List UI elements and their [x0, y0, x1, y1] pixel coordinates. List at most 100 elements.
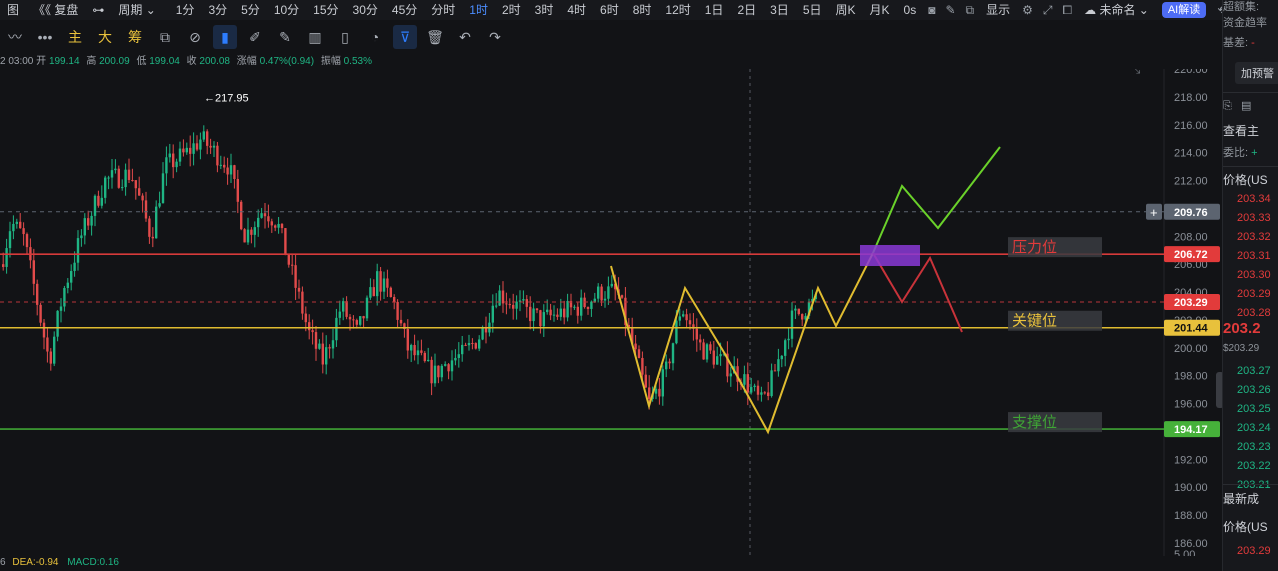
period-45分[interactable]: 45分 [385, 0, 424, 20]
expand-icon[interactable]: ⤡ [1130, 69, 1141, 76]
period-分时[interactable]: 分时 [424, 0, 462, 20]
period-5分[interactable]: 5分 [234, 0, 267, 20]
ask-price-row[interactable]: 203.29 [1223, 287, 1278, 301]
candle-body [359, 316, 362, 325]
redo-icon[interactable]: ↷ [483, 25, 507, 49]
large-order-button[interactable]: 大 [98, 27, 112, 47]
bid-price-row[interactable]: 203.21 [1223, 478, 1278, 492]
ask-price-row[interactable]: 203.32 [1223, 230, 1278, 244]
period-2日[interactable]: 2日 [730, 0, 763, 20]
more-options-icon[interactable]: ••• [33, 25, 57, 49]
candle-body [416, 350, 420, 356]
candle-body [161, 173, 165, 204]
zigzag-path [610, 252, 874, 435]
cloud-layout-menu[interactable]: ☁ 未命名 ⌄ [1077, 0, 1156, 20]
refresh-interval[interactable]: 0s [897, 0, 924, 20]
chart-icon[interactable]: 图 [0, 0, 26, 20]
candle-body [178, 148, 182, 162]
change-value: 0.47%(0.94) [259, 56, 315, 67]
copy-icon[interactable]: ⧉ [153, 25, 177, 49]
bid-price-row[interactable]: 203.27 [1223, 364, 1278, 378]
ai-explain-button[interactable]: AI解读 [1161, 2, 1207, 18]
candle-body [342, 301, 345, 312]
candle-body [787, 338, 790, 341]
period-8时[interactable]: 8时 [626, 0, 659, 20]
layout-icon[interactable]: ⊶ [85, 0, 111, 20]
open-label: 开 [36, 56, 47, 67]
period-3日[interactable]: 3日 [763, 0, 796, 20]
bars-icon[interactable]: ▥ [303, 25, 327, 49]
magnet-icon[interactable]: ◔ [363, 25, 387, 49]
period-3分[interactable]: 3分 [201, 0, 234, 20]
candle-body [229, 165, 233, 175]
candle-body [716, 356, 719, 365]
display-menu[interactable]: 显示 [979, 0, 1017, 20]
price-header: 价格(US [1223, 173, 1268, 187]
period-30分[interactable]: 30分 [346, 0, 385, 20]
orderbook-sidebar: 超额集: 资金趋率 基差: - 加预警 ⎘ ▤ 查看主 委比: + 价格(US … [1222, 0, 1278, 571]
period-周K[interactable]: 周K [829, 0, 863, 20]
candle-body [124, 169, 127, 188]
sidebar-icons[interactable]: ⎘ ▤ [1223, 99, 1278, 113]
bid-price-row[interactable]: 203.26 [1223, 383, 1278, 397]
filter-icon[interactable]: ⊽ [393, 25, 417, 49]
candle-body [223, 164, 226, 168]
view-main-link[interactable]: 查看主 [1223, 124, 1278, 138]
screenshot-icon[interactable]: ⧠ [1058, 3, 1078, 18]
candle-body [773, 370, 777, 372]
period-10分[interactable]: 10分 [267, 0, 306, 20]
rectangle-icon[interactable]: ▯ [333, 25, 357, 49]
candle-body [90, 215, 93, 226]
chip-button[interactable]: 筹 [128, 27, 142, 47]
trash-icon[interactable]: 🗑 [423, 25, 447, 49]
period-5日[interactable]: 5日 [796, 0, 829, 20]
period-3时[interactable]: 3时 [528, 0, 561, 20]
y-tick-label: 214.00 [1174, 148, 1208, 160]
ask-price-row[interactable]: 203.33 [1223, 211, 1278, 225]
period-12时[interactable]: 12时 [658, 0, 697, 20]
bid-price-row[interactable]: 203.23 [1223, 440, 1278, 454]
period-1日[interactable]: 1日 [698, 0, 731, 20]
candle-body [559, 308, 562, 317]
settings-icon[interactable]: ⚙ [1017, 3, 1038, 17]
bookmark-icon[interactable]: ▮ [213, 25, 237, 49]
replay-button[interactable]: 《《 复盘 [26, 0, 85, 20]
ask-price-row[interactable]: 203.34 [1223, 192, 1278, 206]
ask-price-row[interactable]: 203.28 [1223, 306, 1278, 320]
period-4时[interactable]: 4时 [560, 0, 593, 20]
erase-icon[interactable]: ⊘ [183, 25, 207, 49]
add-alert-button[interactable]: 加预警 [1235, 62, 1278, 84]
price-chart[interactable]: 220.00218.00216.00214.00212.00210.00208.… [0, 69, 1222, 556]
ask-price-row[interactable]: 203.30 [1223, 268, 1278, 282]
bid-price-row[interactable]: 203.22 [1223, 459, 1278, 473]
period-1时[interactable]: 1时 [462, 0, 495, 20]
fullscreen-icon[interactable]: ⤢ [1038, 3, 1058, 18]
undo-icon[interactable]: ↶ [453, 25, 477, 49]
candle-body [678, 316, 681, 321]
camera-icon[interactable]: ◙ [923, 3, 940, 17]
pen-icon[interactable]: ✎ [940, 3, 960, 17]
period-2时[interactable]: 2时 [495, 0, 528, 20]
ruler-icon[interactable]: ✐ [243, 25, 267, 49]
candle-body [165, 157, 168, 174]
candle-body [131, 179, 134, 181]
candle-body [134, 180, 137, 189]
window-icon[interactable]: ⧉ [961, 3, 980, 18]
period-1分[interactable]: 1分 [169, 0, 202, 20]
line-style-icon[interactable]: 〰 [3, 25, 27, 49]
candle-body [12, 223, 15, 232]
draw-icon[interactable]: ✎ [273, 25, 297, 49]
candle-body [634, 343, 637, 350]
candle-body [168, 153, 171, 158]
candle-body [301, 291, 304, 314]
candle-body [144, 200, 148, 219]
period-dropdown[interactable]: 周期 ⌄ [111, 0, 162, 20]
period-6时[interactable]: 6时 [593, 0, 626, 20]
period-15分[interactable]: 15分 [306, 0, 345, 20]
bid-price-row[interactable]: 203.24 [1223, 421, 1278, 435]
ask-price-row[interactable]: 203.31 [1223, 249, 1278, 263]
main-indicator-button[interactable]: 主 [68, 27, 82, 47]
bid-price-row[interactable]: 203.25 [1223, 402, 1278, 416]
period-月K[interactable]: 月K [863, 0, 897, 20]
candle-body [192, 143, 195, 154]
